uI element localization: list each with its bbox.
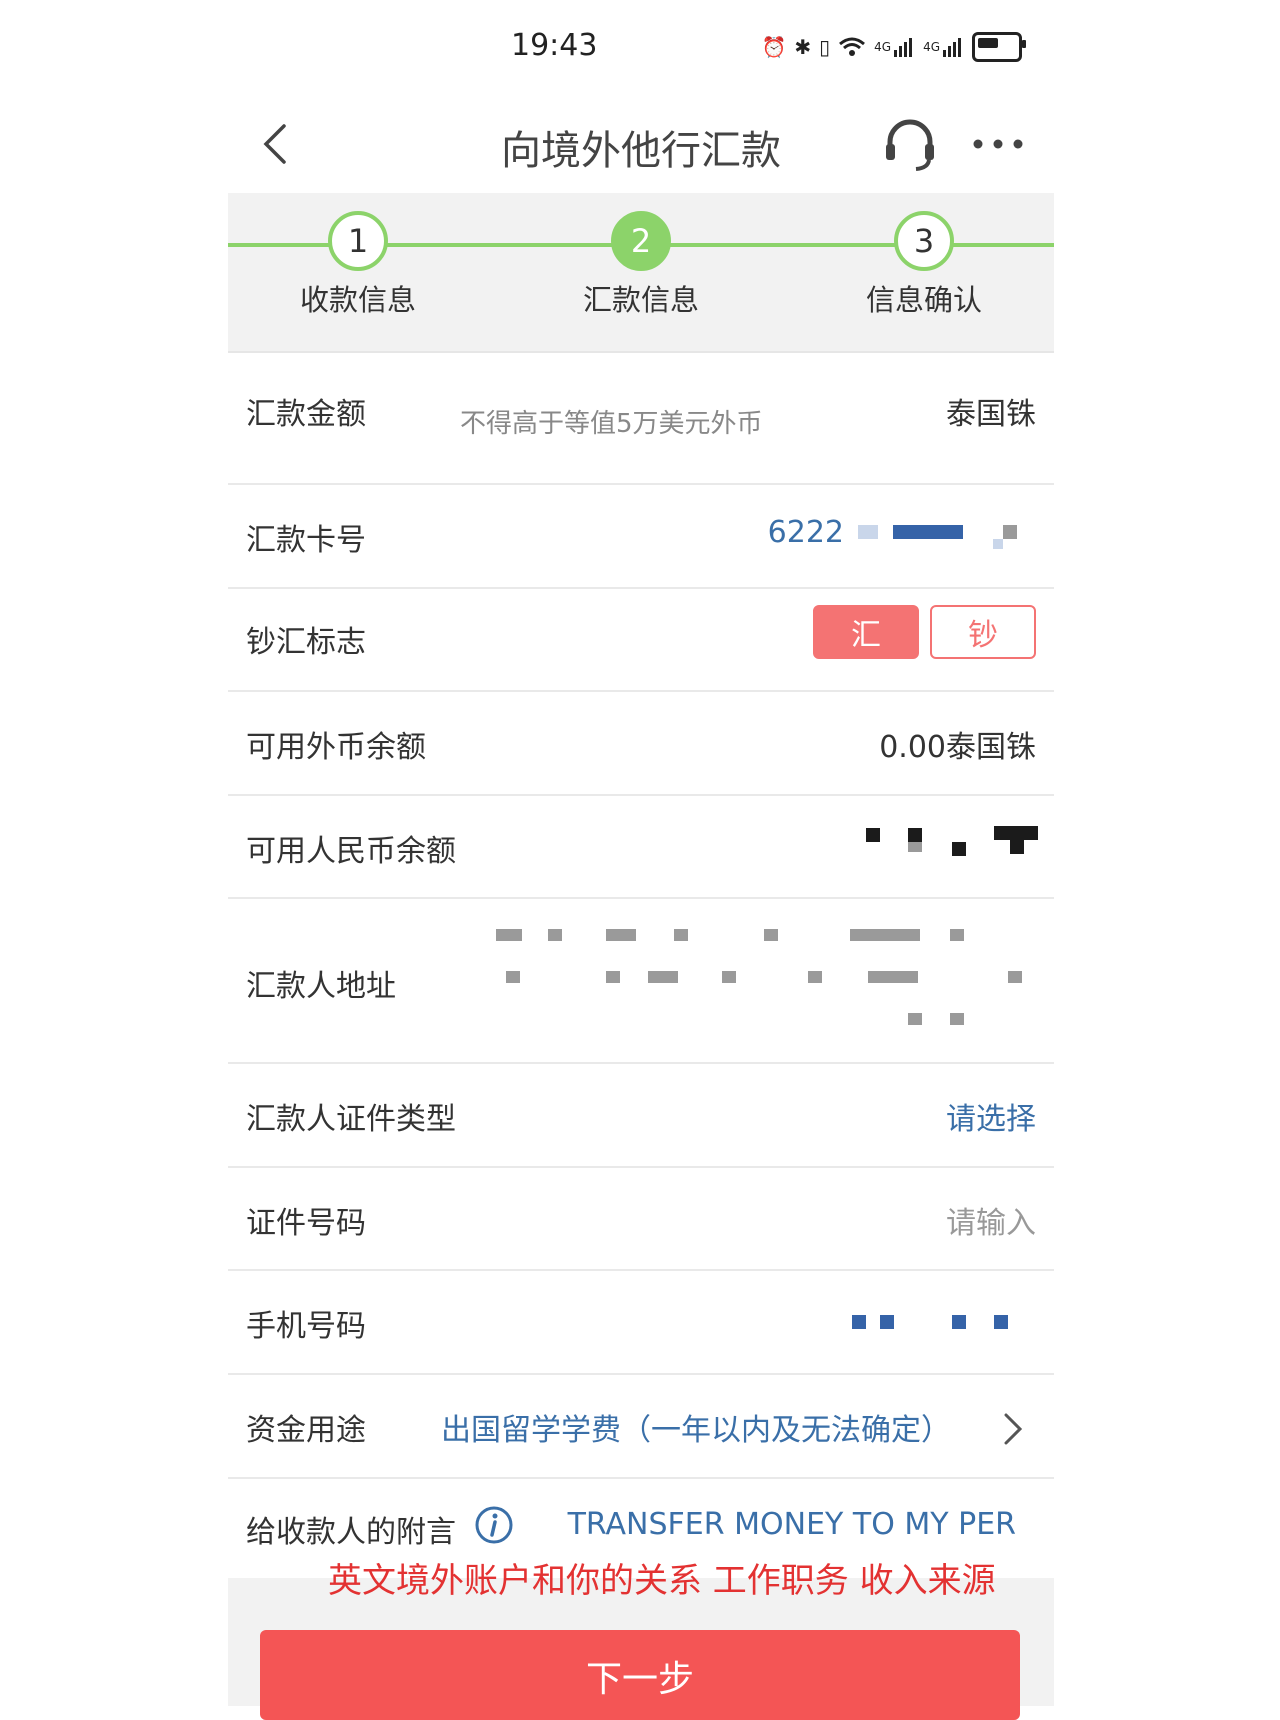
id-number-input[interactable]: 请输入 xyxy=(946,1198,1036,1242)
masked-pixel xyxy=(868,971,918,983)
masked-pixel xyxy=(893,525,963,539)
amount-currency: 泰国铢 xyxy=(946,397,1036,432)
masked-pixel xyxy=(858,525,878,539)
amount-row: 汇款金额 不得高于等值5万美元外币 泰国铢 xyxy=(228,353,1054,485)
chevron-right-icon[interactable] xyxy=(1002,1409,1026,1449)
masked-pixel xyxy=(994,1315,1008,1329)
masked-pixel xyxy=(606,929,636,941)
rmb-balance-row: 可用人民币余额 xyxy=(228,796,1054,899)
address-label: 汇款人地址 xyxy=(246,969,396,1004)
id-number-row[interactable]: 证件号码 请输入 xyxy=(228,1168,1054,1271)
masked-pixel xyxy=(866,828,880,842)
id-type-label: 汇款人证件类型 xyxy=(246,1102,456,1137)
masked-pixel xyxy=(850,929,920,941)
bluetooth-icon: ✱ xyxy=(794,35,812,59)
more-dots-icon[interactable] xyxy=(968,132,1028,156)
cash-flag-label: 钞汇标志 xyxy=(246,625,366,660)
signal-4g-icon: 4G xyxy=(874,32,915,62)
network-label-1: 4G xyxy=(874,40,892,54)
purpose-label: 资金用途 xyxy=(246,1413,366,1448)
masked-pixel xyxy=(606,971,620,983)
id-number-label: 证件号码 xyxy=(246,1206,366,1241)
remit-toggle-button[interactable]: 汇 xyxy=(813,605,919,659)
rmb-balance-label: 可用人民币余额 xyxy=(246,834,456,869)
id-type-select[interactable]: 请选择 xyxy=(946,1094,1036,1138)
status-time: 19:43 xyxy=(511,28,598,63)
masked-pixel xyxy=(908,828,922,842)
masked-pixel xyxy=(764,929,778,941)
signal-4g-icon: 4G xyxy=(923,32,964,62)
masked-pixel xyxy=(722,971,736,983)
step-label: 收款信息 xyxy=(299,283,416,317)
address-row[interactable]: 汇款人地址 xyxy=(228,899,1054,1064)
step-label: 信息确认 xyxy=(865,283,982,317)
step-2: 2 汇款信息 xyxy=(541,211,741,319)
masked-pixel xyxy=(548,929,562,941)
nav-bar: 向境外他行汇款 xyxy=(228,96,1054,192)
masked-pixel xyxy=(950,1013,964,1025)
phone-label: 手机号码 xyxy=(246,1309,366,1344)
fx-balance-label: 可用外币余额 xyxy=(246,730,426,765)
masked-pixel xyxy=(1008,971,1022,983)
purpose-row[interactable]: 资金用途 出国留学学费（一年以内及无法确定） xyxy=(228,1375,1054,1479)
step-1: 1 收款信息 xyxy=(258,211,458,319)
info-icon[interactable] xyxy=(474,1505,514,1545)
masked-pixel xyxy=(674,929,688,941)
masked-pixel xyxy=(994,826,1038,840)
masked-pixel xyxy=(993,539,1003,549)
step-indicator: 1 收款信息 2 汇款信息 3 信息确认 xyxy=(228,193,1054,353)
cash-flag-row: 钞汇标志 汇 钞 xyxy=(228,589,1054,692)
remark-input[interactable]: TRANSFER MONEY TO MY PER xyxy=(568,1507,1016,1542)
step-3: 3 信息确认 xyxy=(824,211,1024,319)
status-icons: ⏰ ✱ ▯ 4G 4G xyxy=(761,32,1026,62)
fx-balance-row: 可用外币余额 0.00泰国铢 xyxy=(228,692,1054,796)
masked-pixel xyxy=(1010,840,1024,854)
masked-pixel xyxy=(496,929,522,941)
masked-pixel xyxy=(908,842,922,852)
masked-pixel xyxy=(808,971,822,983)
card-number-value: 6222 xyxy=(767,515,844,550)
id-type-row[interactable]: 汇款人证件类型 请选择 xyxy=(228,1064,1054,1168)
fx-balance-value: 0.00泰国铢 xyxy=(879,730,1036,765)
wifi-icon xyxy=(838,32,866,62)
masked-pixel xyxy=(506,971,520,983)
status-bar: 19:43 ⏰ ✱ ▯ 4G 4G xyxy=(228,0,1054,96)
annotation-text: 英文境外账户和你的关系 工作职务 收入来源 xyxy=(328,1561,996,1601)
step-number: 2 xyxy=(611,211,671,271)
alarm-icon: ⏰ xyxy=(761,35,787,59)
network-label-2: 4G xyxy=(923,40,940,54)
next-step-button[interactable]: 下一步 xyxy=(260,1630,1020,1720)
step-number: 1 xyxy=(328,211,388,271)
masked-pixel xyxy=(648,971,678,983)
masked-pixel xyxy=(952,1315,966,1329)
amount-label: 汇款金额 xyxy=(246,397,366,432)
battery-icon xyxy=(972,32,1026,62)
phone-row[interactable]: 手机号码 xyxy=(228,1271,1054,1375)
purpose-value[interactable]: 出国留学学费（一年以内及无法确定） xyxy=(441,1405,951,1449)
masked-pixel xyxy=(880,1315,894,1329)
phone-screen: 19:43 ⏰ ✱ ▯ 4G 4G 向境外他行汇款 1 收款信息 2 汇款信息 … xyxy=(228,0,1054,1720)
remark-label: 给收款人的附言 xyxy=(246,1515,456,1550)
step-label: 汇款信息 xyxy=(582,283,699,317)
card-number-row[interactable]: 汇款卡号 6222 xyxy=(228,485,1054,589)
vibrate-icon: ▯ xyxy=(819,35,831,59)
step-number: 3 xyxy=(894,211,954,271)
card-number-label: 汇款卡号 xyxy=(246,523,366,558)
masked-pixel xyxy=(1003,525,1017,539)
masked-pixel xyxy=(852,1315,866,1329)
headset-icon[interactable] xyxy=(878,112,942,176)
amount-input[interactable]: 不得高于等值5万美元外币 xyxy=(460,403,763,440)
masked-pixel xyxy=(952,842,966,856)
cash-toggle-button[interactable]: 钞 xyxy=(930,605,1036,659)
masked-pixel xyxy=(950,929,964,941)
masked-pixel xyxy=(908,1013,922,1025)
